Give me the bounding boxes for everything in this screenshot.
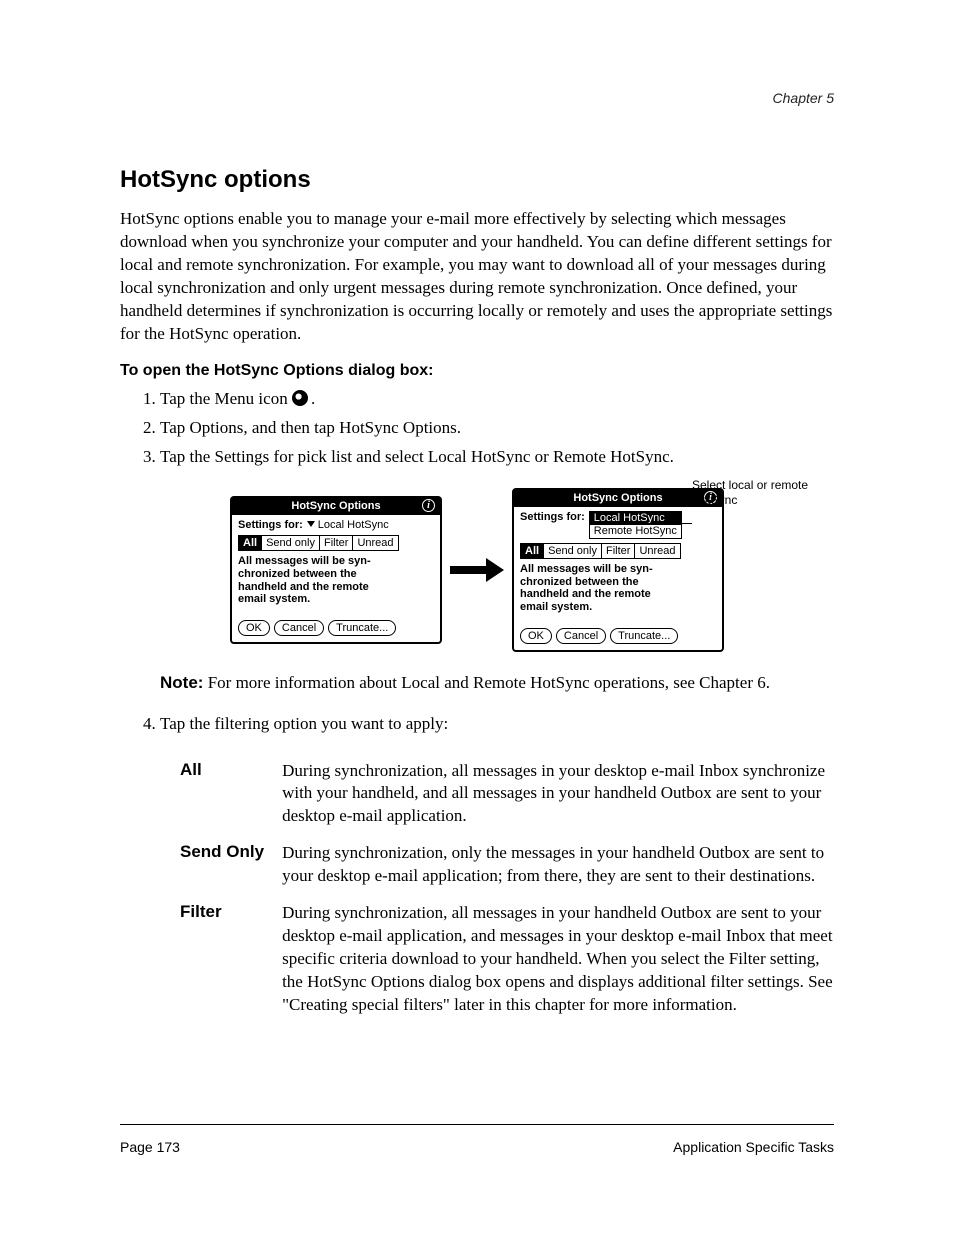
note-label: Note: [160, 673, 203, 692]
option-def-filter: During synchronization, all messages in … [282, 898, 834, 1027]
option-term-filter: Filter [180, 898, 282, 1027]
filter-tabs: All Send only Filter Unread [238, 535, 399, 551]
option-def-all: During synchronization, all messages in … [282, 756, 834, 839]
tab-unread[interactable]: Unread [635, 544, 679, 558]
table-row: Send Only During synchronization, only t… [180, 838, 834, 898]
tab-filter[interactable]: Filter [602, 544, 635, 558]
tab-send-only[interactable]: Send only [262, 536, 320, 550]
callout-text: Select local or remote HotSync [692, 478, 812, 507]
tab-send-only[interactable]: Send only [544, 544, 602, 558]
arrow-right-icon [450, 558, 504, 582]
dialog-hotsync-options-left: HotSync Options i Settings for: Local Ho… [230, 496, 442, 644]
step-4: Tap the filtering option you want to app… [160, 713, 834, 736]
dialog-title: HotSync Options i [232, 498, 440, 515]
menu-icon [292, 390, 308, 406]
cancel-button[interactable]: Cancel [556, 628, 606, 644]
filter-description: All messages will be syn- chronized betw… [238, 555, 434, 606]
steps-list: Tap the Menu icon . Tap Options, and the… [120, 388, 834, 469]
option-def-send-only: During synchronization, only the message… [282, 838, 834, 898]
note-text: For more information about Local and Rem… [208, 673, 770, 692]
tab-unread[interactable]: Unread [353, 536, 397, 550]
footer-rule [120, 1124, 834, 1125]
option-term-all: All [180, 756, 282, 839]
step-1: Tap the Menu icon . [160, 388, 834, 411]
page-footer: Page 173 Application Specific Tasks [120, 1139, 834, 1155]
truncate-button[interactable]: Truncate... [610, 628, 678, 644]
settings-for-label: Settings for: [238, 519, 303, 532]
truncate-button[interactable]: Truncate... [328, 620, 396, 636]
table-row: Filter During synchronization, all messa… [180, 898, 834, 1027]
ok-button[interactable]: OK [520, 628, 552, 644]
filter-description: All messages will be syn- chronized betw… [520, 563, 716, 614]
settings-for-picklist-open[interactable]: Local HotSync Remote HotSync [589, 511, 682, 539]
dialog-hotsync-options-right: HotSync Options i Settings for: Local Ho… [512, 488, 724, 651]
section-heading-hotsync-options: HotSync options [120, 166, 834, 194]
tab-all[interactable]: All [239, 536, 262, 550]
steps-heading: To open the HotSync Options dialog box: [120, 362, 834, 380]
filter-tabs: All Send only Filter Unread [520, 543, 681, 559]
chapter-header: Chapter 5 [120, 90, 834, 106]
steps-list-cont: Tap the filtering option you want to app… [120, 713, 834, 736]
picklist-item-remote[interactable]: Remote HotSync [590, 525, 681, 538]
option-term-send-only: Send Only [180, 838, 282, 898]
step-2: Tap Options, and then tap HotSync Option… [160, 417, 834, 440]
cancel-button[interactable]: Cancel [274, 620, 324, 636]
note-block: Note: For more information about Local a… [160, 672, 834, 695]
settings-for-label: Settings for: [520, 511, 585, 524]
info-icon[interactable]: i [422, 499, 435, 512]
chevron-down-icon [307, 521, 315, 527]
dialog-title: HotSync Options i [514, 490, 722, 507]
table-row: All During synchronization, all messages… [180, 756, 834, 839]
intro-paragraph: HotSync options enable you to manage you… [120, 208, 834, 346]
tab-filter[interactable]: Filter [320, 536, 353, 550]
ok-button[interactable]: OK [238, 620, 270, 636]
tab-all[interactable]: All [521, 544, 544, 558]
footer-page-number: Page 173 [120, 1139, 180, 1155]
callout-line [637, 523, 692, 524]
footer-doc-title: Application Specific Tasks [673, 1139, 834, 1155]
figure-hotsync-options: HotSync Options i Settings for: Local Ho… [127, 488, 827, 651]
settings-for-picklist[interactable]: Local HotSync [307, 519, 389, 532]
options-table: All During synchronization, all messages… [180, 756, 834, 1027]
step-3: Tap the Settings for pick list and selec… [160, 446, 834, 469]
